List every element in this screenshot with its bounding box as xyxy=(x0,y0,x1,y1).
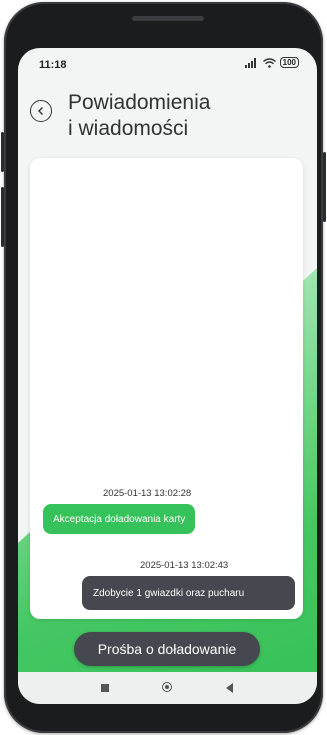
phone-speaker xyxy=(132,16,204,21)
phone-screen: 11:18 100 Powiadomienia i wiadomości 202… xyxy=(18,48,317,704)
status-bar: 11:18 100 xyxy=(18,48,317,78)
page-title: Powiadomienia i wiadomości xyxy=(68,90,298,142)
page-title-line1: Powiadomienia xyxy=(68,91,211,114)
home-icon[interactable] xyxy=(162,682,172,692)
side-button-right xyxy=(323,152,326,222)
side-button-left-bottom xyxy=(1,187,4,247)
request-topup-button[interactable]: Prośba o doładowanie xyxy=(74,632,260,666)
status-time: 11:18 xyxy=(39,59,67,71)
message-timestamp-1: 2025-01-13 13:02:28 xyxy=(103,488,192,499)
android-nav-bar xyxy=(18,672,317,704)
wifi-icon xyxy=(262,57,276,68)
battery-icon: 100 xyxy=(279,57,299,68)
header: Powiadomienia i wiadomości xyxy=(18,84,317,144)
message-bubble-2[interactable]: Zdobycie 1 gwiazdki oraz pucharu xyxy=(82,576,295,610)
message-bubble-1[interactable]: Akceptacja doładowania karty xyxy=(43,504,196,534)
message-timestamp-2: 2025-01-13 13:02:43 xyxy=(140,560,229,571)
request-topup-label: Prośba o doładowanie xyxy=(97,641,237,657)
page-title-line2: i wiadomości xyxy=(68,117,189,140)
nav-back-icon[interactable] xyxy=(226,683,233,693)
message-text-2: Zdobycie 1 gwiazdki oraz pucharu xyxy=(93,587,245,599)
message-text-1: Akceptacja doładowania karty xyxy=(53,513,186,525)
messages-card: 2025-01-13 13:02:28 Akceptacja doładowan… xyxy=(30,158,303,619)
phone-frame: 11:18 100 Powiadomienia i wiadomości 202… xyxy=(1,2,326,733)
recent-apps-icon[interactable] xyxy=(101,684,109,692)
back-arrow-icon xyxy=(38,107,43,115)
side-button-left-top xyxy=(1,132,4,172)
signal-icon xyxy=(244,57,256,68)
status-icons: 100 xyxy=(244,57,299,68)
back-button[interactable] xyxy=(30,100,52,122)
